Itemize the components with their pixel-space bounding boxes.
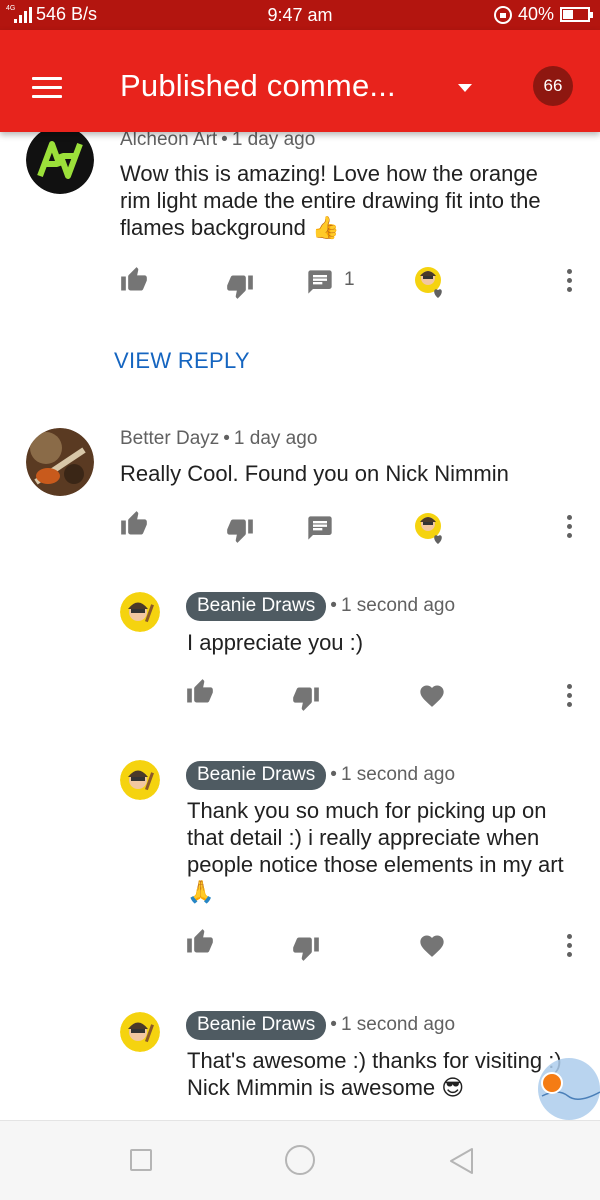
reply-time: 1 second ago	[340, 764, 456, 785]
recent-apps-icon[interactable]	[130, 1149, 152, 1171]
more-options-icon[interactable]	[567, 684, 573, 708]
rotation-lock-icon	[493, 5, 512, 24]
comment-time: 1 day ago	[231, 132, 316, 150]
comments-list[interactable]: Alcheon Art • 1 day ago Wow this is amazin…	[0, 132, 600, 1120]
comment-text: Wow this is amazing! Love how the orange…	[120, 161, 541, 240]
comment-meta: Alcheon Art • 1 day ago	[120, 132, 315, 151]
like-icon[interactable]	[186, 678, 214, 706]
like-icon[interactable]	[120, 266, 148, 294]
comment-author[interactable]: Better Dayz	[120, 428, 219, 449]
battery-percent: 40%	[517, 4, 554, 24]
home-icon[interactable]	[285, 1145, 315, 1175]
battery-fill	[563, 10, 573, 19]
heart-icon[interactable]	[418, 682, 446, 710]
dislike-icon[interactable]	[292, 684, 320, 712]
comment-author[interactable]: Alcheon Art	[120, 132, 217, 150]
comment-time: 1 day ago	[233, 428, 318, 449]
reply-icon[interactable]	[306, 268, 334, 296]
avatar[interactable]	[26, 132, 94, 194]
avatar[interactable]	[26, 428, 94, 496]
floating-indicator-icon[interactable]	[541, 1072, 563, 1094]
page-title[interactable]: Published comme...	[120, 68, 396, 104]
reply-text: I appreciate you :)	[187, 630, 364, 655]
more-options-icon[interactable]	[567, 934, 573, 958]
like-icon[interactable]	[186, 928, 214, 956]
creator-heart-icon[interactable]	[414, 512, 450, 546]
heart-icon[interactable]	[418, 932, 446, 960]
dislike-icon[interactable]	[226, 516, 254, 544]
reply-time: 1 second ago	[340, 595, 456, 616]
system-nav-bar	[0, 1120, 600, 1200]
reply-text: Thank you so much for picking up on that…	[187, 798, 564, 904]
back-icon[interactable]	[448, 1147, 474, 1175]
reply-meta: Beanie Draws • 1 second ago	[186, 592, 455, 621]
reply-text: That's awesome :) thanks for visiting :)…	[187, 1048, 562, 1100]
more-options-icon[interactable]	[567, 515, 573, 539]
owner-author-chip[interactable]: Beanie Draws	[186, 592, 327, 621]
dislike-icon[interactable]	[292, 934, 320, 962]
more-options-icon[interactable]	[567, 269, 573, 293]
battery-icon	[560, 7, 593, 22]
status-bar: 4G 546 B/s 9:47 am 40%	[0, 0, 600, 30]
reply-time: 1 second ago	[340, 1014, 456, 1035]
app-header: Published comme... 66	[0, 30, 600, 132]
reply-count: 1	[344, 269, 355, 290]
avatar[interactable]	[120, 1012, 160, 1052]
reply-icon[interactable]	[306, 514, 334, 542]
reply-meta: Beanie Draws • 1 second ago	[186, 761, 455, 790]
menu-icon[interactable]	[32, 77, 62, 98]
owner-author-chip[interactable]: Beanie Draws	[186, 1011, 327, 1040]
comment-count-badge[interactable]: 66	[533, 66, 573, 106]
view-reply-link[interactable]: VIEW REPLY	[114, 348, 250, 374]
owner-author-chip[interactable]: Beanie Draws	[186, 761, 327, 790]
creator-heart-icon[interactable]	[414, 266, 450, 300]
comment-text: Really Cool. Found you on Nick Nimmin	[120, 461, 509, 486]
like-icon[interactable]	[120, 510, 148, 538]
reply-meta: Beanie Draws • 1 second ago	[186, 1011, 455, 1040]
comment-meta: Better Dayz • 1 day ago	[120, 428, 318, 449]
avatar[interactable]	[120, 760, 160, 800]
avatar[interactable]	[120, 592, 160, 632]
dropdown-arrow-icon[interactable]	[458, 84, 472, 92]
dislike-icon[interactable]	[226, 272, 254, 300]
